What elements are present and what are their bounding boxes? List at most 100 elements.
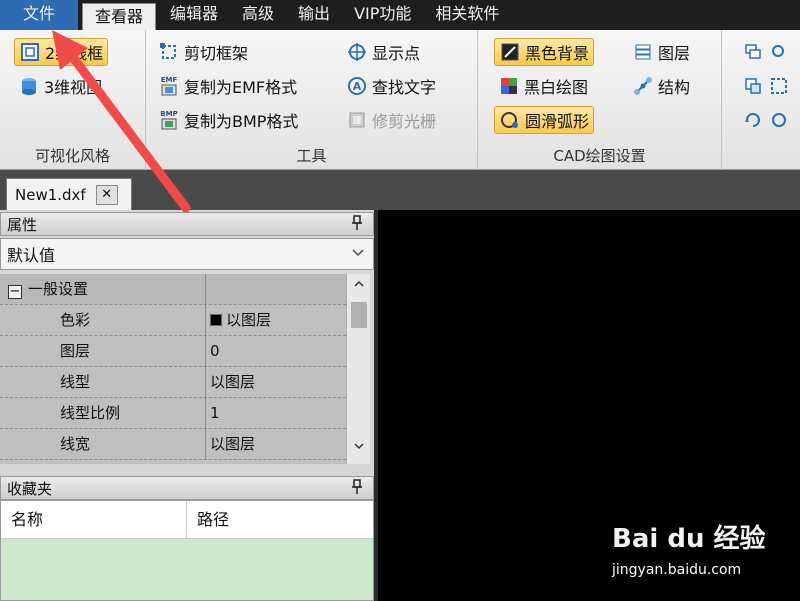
copy-bmp-button[interactable]: BMP 复制为BMP格式 (154, 106, 302, 134)
bw-drawing-button[interactable]: 黑白绘图 (494, 72, 592, 100)
menu-viewer[interactable]: 查看器 (82, 3, 157, 30)
structure-label: 结构 (658, 78, 691, 97)
property-key: 色彩 (0, 305, 206, 336)
rotate-view-button[interactable] (738, 106, 788, 134)
chevron-down-icon (351, 245, 365, 263)
find-text-label: 查找文字 (372, 78, 437, 97)
column-header-name[interactable]: 名称 (1, 501, 187, 539)
pin-icon[interactable] (351, 215, 363, 235)
fit-icon (768, 76, 790, 96)
svg-text:A: A (353, 80, 362, 93)
wireframe-2d-button[interactable]: 2维线框 (14, 38, 109, 66)
property-value: 以图层 (210, 435, 256, 453)
scroll-down-icon[interactable] (347, 440, 371, 460)
trim-raster-button[interactable]: 修剪光栅 (342, 106, 440, 134)
property-key: 线宽 (0, 429, 206, 460)
property-category-row[interactable]: − 一般设置 (0, 274, 346, 305)
favorites-panel-header: 收藏夹 (0, 476, 374, 500)
structure-icon (632, 76, 654, 96)
property-value: 1 (210, 404, 220, 422)
property-preset-value: 默认值 (7, 246, 56, 265)
scroll-up-icon[interactable] (347, 278, 371, 298)
bmp-icon-tag: BMP (160, 110, 178, 118)
crosshair-icon (346, 42, 368, 62)
visual-style-group-label: 可视化风格 (34, 147, 110, 165)
copy-view-icon (742, 76, 764, 96)
document-tab-strip: New1.dxf ✕ (0, 170, 800, 210)
trim-raster-label: 修剪光栅 (372, 112, 437, 131)
favorites-title: 收藏夹 (7, 479, 53, 498)
window-icon (742, 42, 764, 62)
clip-frame-label: 剪切框架 (184, 44, 249, 63)
find-text-button[interactable]: A 查找文字 (342, 72, 440, 100)
property-key: 线型 (0, 367, 206, 398)
properties-panel-header: 属性 (0, 212, 374, 236)
bw-drawing-icon (498, 76, 520, 96)
zoom-icon (768, 42, 790, 62)
ribbon-group-cad-settings: 黑色背景 黑白绘图 圆滑弧形 图层 结构 CAD绘图设置 (478, 30, 722, 170)
smooth-arc-icon (499, 110, 521, 130)
baidu-logo: Bai du 经验 (612, 524, 766, 554)
orbit-icon (768, 110, 790, 130)
black-background-icon (499, 42, 521, 62)
properties-title: 属性 (7, 215, 38, 234)
property-value: 以图层 (226, 311, 272, 329)
property-key: 线型比例 (0, 398, 206, 429)
wireframe-2d-label: 2维线框 (45, 44, 104, 63)
show-points-label: 显示点 (372, 44, 421, 63)
color-swatch-icon (210, 314, 222, 326)
clip-frame-icon (158, 42, 180, 62)
cylinder-icon (18, 76, 40, 96)
menu-file[interactable]: 文件 (0, 0, 78, 30)
property-grid: − 一般设置 色彩 以图层 图层 0 线型 以图层 线型比例 1 线宽 以图层 (0, 274, 346, 464)
property-row-linetype[interactable]: 线型 以图层 (0, 367, 346, 398)
clip-frame-button[interactable]: 剪切框架 (154, 38, 252, 66)
layers-label: 图层 (658, 44, 691, 63)
fit-view-button[interactable] (738, 72, 788, 100)
copy-bmp-label: 复制为BMP格式 (184, 112, 299, 131)
tools-group-label: 工具 (296, 147, 327, 165)
emf-icon: EMF (158, 76, 180, 96)
document-tab-label: New1.dxf (15, 185, 86, 204)
smooth-arc-label: 圆滑弧形 (525, 112, 590, 131)
view-3d-button[interactable]: 3维视图 (14, 72, 106, 100)
document-tab[interactable]: New1.dxf ✕ (6, 178, 132, 210)
menu-editor[interactable]: 编辑器 (158, 0, 230, 30)
smooth-arc-button[interactable]: 圆滑弧形 (494, 106, 595, 134)
property-value: 0 (210, 342, 220, 360)
bw-drawing-label: 黑白绘图 (524, 78, 589, 97)
menu-advanced[interactable]: 高级 (230, 0, 286, 30)
rotate-3d-icon (742, 110, 764, 130)
copy-emf-button[interactable]: EMF 复制为EMF格式 (154, 72, 301, 100)
column-header-path[interactable]: 路径 (187, 501, 229, 539)
close-tab-icon[interactable]: ✕ (95, 184, 118, 205)
property-row-lineweight[interactable]: 线宽 以图层 (0, 429, 346, 460)
emf-icon-tag: EMF (160, 76, 178, 84)
show-points-button[interactable]: 显示点 (342, 38, 424, 66)
menu-vip[interactable]: VIP功能 (342, 0, 423, 30)
zoom-window-button[interactable] (738, 38, 788, 66)
collapse-icon[interactable]: − (8, 285, 22, 299)
baidu-watermark: Bai du 经验 jingyan.baidu.com (612, 518, 796, 586)
property-row-linetype-scale[interactable]: 线型比例 1 (0, 398, 346, 429)
property-row-color[interactable]: 色彩 以图层 (0, 305, 346, 336)
favorites-table: 名称 路径 (0, 500, 374, 601)
scroll-thumb[interactable] (351, 302, 367, 328)
property-preset-select[interactable]: 默认值 (0, 238, 374, 270)
structure-button[interactable]: 结构 (628, 72, 694, 100)
property-row-layer[interactable]: 图层 0 (0, 336, 346, 367)
copy-emf-label: 复制为EMF格式 (184, 78, 298, 97)
menu-output[interactable]: 输出 (286, 0, 342, 30)
menu-bar: 文件 查看器 编辑器 高级 输出 VIP功能 相关软件 (0, 0, 800, 30)
wireframe-2d-icon (19, 42, 41, 62)
menu-related-software[interactable]: 相关软件 (423, 0, 511, 30)
favorites-table-header: 名称 路径 (1, 501, 373, 539)
property-grid-scrollbar[interactable] (346, 274, 370, 464)
pin-icon[interactable] (351, 479, 363, 499)
bmp-icon: BMP (158, 110, 180, 130)
black-background-button[interactable]: 黑色背景 (494, 38, 595, 66)
cad-settings-group-label: CAD绘图设置 (553, 147, 646, 165)
ribbon: 2维线框 3维视图 可视化风格 剪切框架 EMF 复制为EMF格式 BMP 复制… (0, 30, 800, 170)
property-value: 以图层 (210, 373, 256, 391)
layers-button[interactable]: 图层 (628, 38, 694, 66)
